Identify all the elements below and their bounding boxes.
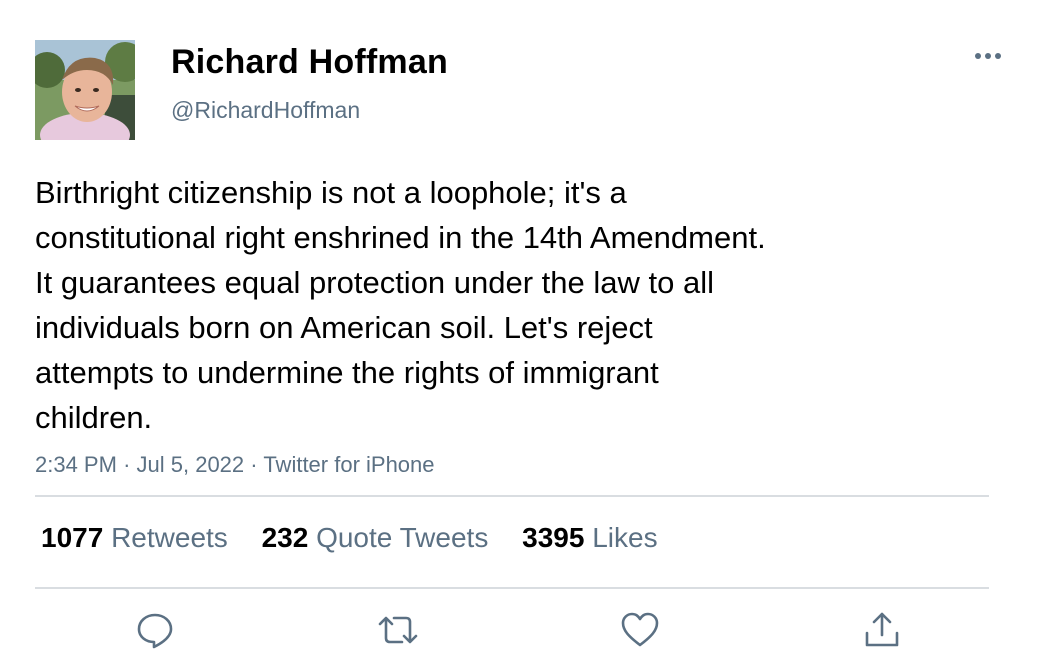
meta-separator: · [123, 452, 131, 477]
quote-tweets-count: 232 [261, 522, 309, 553]
avatar[interactable] [35, 40, 135, 140]
profile-photo [35, 40, 135, 140]
retweet-icon [378, 616, 418, 644]
meta-separator: · [250, 452, 258, 477]
tweet-time[interactable]: 2:34 PM [35, 452, 117, 477]
engagement-stats: 1077 Retweets 232 Quote Tweets 3395 Like… [41, 520, 684, 556]
tweet-meta: 2:34 PM · Jul 5, 2022 · Twitter for iPho… [35, 450, 435, 480]
likes-stat[interactable]: 3395 Likes [522, 520, 657, 556]
likes-count: 3395 [522, 522, 585, 553]
user-handle[interactable]: @RichardHoffman [171, 96, 360, 124]
divider [35, 587, 989, 589]
more-options-button[interactable] [970, 42, 1006, 70]
divider [35, 495, 989, 497]
like-button[interactable] [618, 608, 662, 652]
likes-label: Likes [592, 522, 658, 553]
more-icon [975, 53, 1001, 59]
retweets-count: 1077 [41, 522, 104, 553]
quote-tweets-label: Quote Tweets [316, 522, 489, 553]
tweet-date[interactable]: Jul 5, 2022 [137, 452, 245, 477]
retweets-label: Retweets [111, 522, 228, 553]
reply-icon [137, 613, 173, 649]
share-icon [865, 612, 899, 647]
tweet-text: Birthright citizenship is not a loophole… [35, 175, 766, 435]
share-button[interactable] [860, 608, 904, 652]
reply-button[interactable] [133, 608, 177, 652]
retweets-stat[interactable]: 1077 Retweets [41, 520, 228, 556]
heart-icon [621, 612, 659, 647]
tweet-source[interactable]: Twitter for iPhone [263, 452, 434, 477]
retweet-button[interactable] [376, 608, 420, 652]
quote-tweets-stat[interactable]: 232 Quote Tweets [262, 520, 489, 556]
display-name[interactable]: Richard Hoffman [171, 42, 448, 82]
